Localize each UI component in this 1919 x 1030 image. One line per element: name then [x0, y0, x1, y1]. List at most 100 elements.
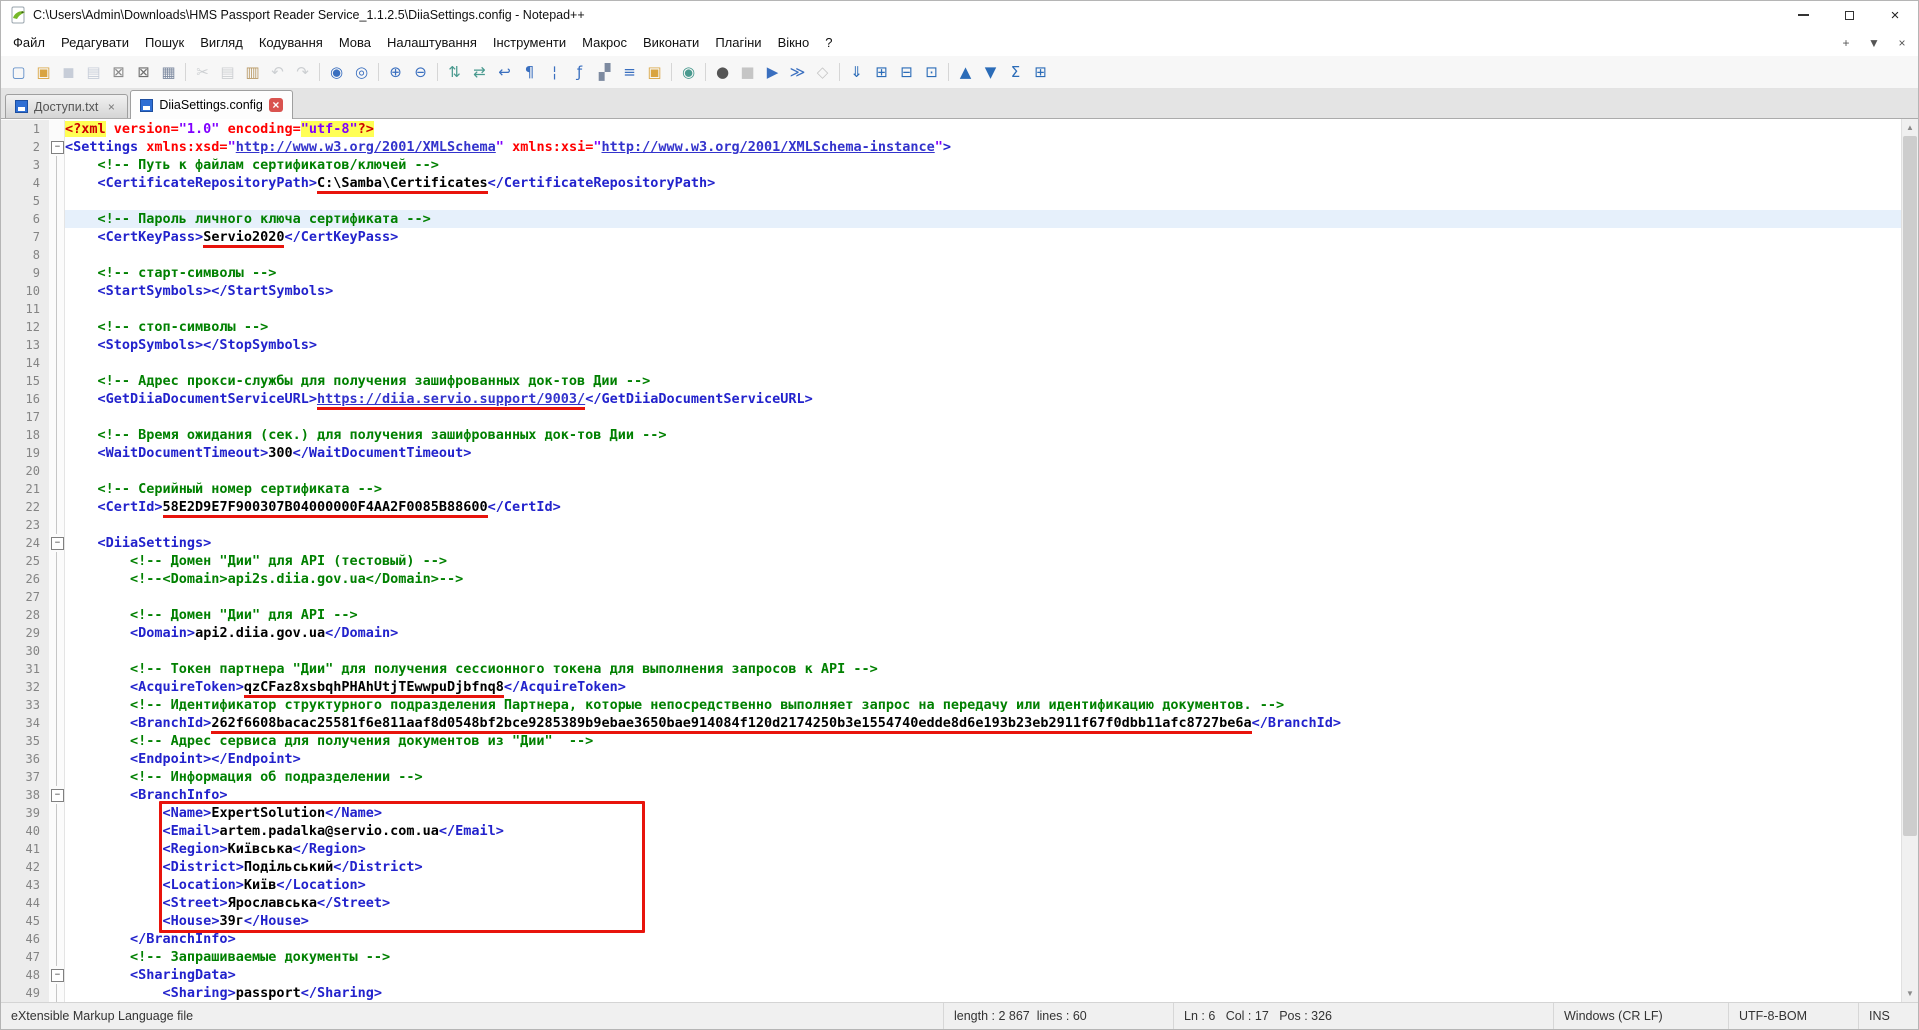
code-text[interactable]: <!-- Путь к файлам сертификатов/ключей -…: [65, 156, 1901, 174]
status-eol-format[interactable]: Windows (CR LF): [1553, 1003, 1728, 1029]
code-text[interactable]: <DiiaSettings>: [65, 534, 1901, 552]
menu-macro[interactable]: Макрос: [574, 31, 635, 54]
stop-recording-button[interactable]: ■: [735, 60, 760, 85]
code-text[interactable]: <?xml version="1.0" encoding="utf-8"?>: [65, 120, 1901, 138]
menu-settings[interactable]: Налаштування: [379, 31, 485, 54]
code-text[interactable]: <!-- старт-символы -->: [65, 264, 1901, 282]
status-encoding[interactable]: UTF-8-BOM: [1728, 1003, 1858, 1029]
code-text[interactable]: <!-- Время ожидания (сек.) для получения…: [65, 426, 1901, 444]
find-button[interactable]: ◉: [324, 60, 349, 85]
code-text[interactable]: <!-- Домен "Дии" для API (тестовый) -->: [65, 552, 1901, 570]
code-text[interactable]: <AcquireToken>qzCFaz8xsbqhPHAhUtjTEwwpuD…: [65, 678, 1901, 696]
restore-button[interactable]: [1826, 1, 1872, 29]
code-text[interactable]: <!--<Domain>api2s.diia.gov.ua</Domain>--…: [65, 570, 1901, 588]
close-all-button[interactable]: ⊠: [131, 60, 156, 85]
plugin-import-button[interactable]: ⇓: [844, 60, 869, 85]
code-text[interactable]: <!-- Информация об подразделении -->: [65, 768, 1901, 786]
code-text[interactable]: <House>39г</House>: [65, 912, 1901, 930]
print-button[interactable]: ▦: [156, 60, 181, 85]
code-text[interactable]: </BranchInfo>: [65, 930, 1901, 948]
indent-guide-button[interactable]: ¦: [542, 60, 567, 85]
fold-collapse-button[interactable]: [49, 966, 65, 984]
menu-plugins[interactable]: Плагіни: [707, 31, 769, 54]
code-text[interactable]: [65, 642, 1901, 660]
new-file-button[interactable]: ▢: [6, 60, 31, 85]
tab-close-icon[interactable]: ×: [269, 98, 283, 112]
plugin-table-button[interactable]: ⊞: [869, 60, 894, 85]
paste-button[interactable]: ▥: [240, 60, 265, 85]
scroll-down-arrow[interactable]: ▼: [1902, 985, 1918, 1002]
document-list-button[interactable]: ≡: [617, 60, 642, 85]
code-text[interactable]: <Sharing>passport</Sharing>: [65, 984, 1901, 1002]
tab-diiasettings-config[interactable]: DiiaSettings.config ×: [130, 90, 293, 119]
replace-button[interactable]: ◎: [349, 60, 374, 85]
code-text[interactable]: [65, 588, 1901, 606]
code-text[interactable]: <!-- Серийный номер сертификата -->: [65, 480, 1901, 498]
code-text[interactable]: <WaitDocumentTimeout>300</WaitDocumentTi…: [65, 444, 1901, 462]
code-text[interactable]: <Settings xmlns:xsd="http://www.w3.org/2…: [65, 138, 1901, 156]
minimize-button[interactable]: [1780, 1, 1826, 29]
code-text[interactable]: <Location>Київ</Location>: [65, 876, 1901, 894]
run-macro-multiple-times-button[interactable]: ≫: [785, 60, 810, 85]
code-text[interactable]: <Name>ExpertSolution</Name>: [65, 804, 1901, 822]
code-text[interactable]: [65, 516, 1901, 534]
code-text[interactable]: <!-- Пароль личного ключа сертификата --…: [65, 210, 1901, 228]
menu-file[interactable]: Файл: [5, 31, 53, 54]
fold-collapse-button[interactable]: [49, 534, 65, 552]
code-text[interactable]: <GetDiiaDocumentServiceURL>https://diia.…: [65, 390, 1901, 408]
close-button[interactable]: ×: [1872, 1, 1918, 29]
show-all-characters-button[interactable]: ¶: [517, 60, 542, 85]
zoom-out-button[interactable]: ⊖: [408, 60, 433, 85]
code-text[interactable]: <CertificateRepositoryPath>C:\Samba\Cert…: [65, 174, 1901, 192]
menu-encoding[interactable]: Кодування: [251, 31, 331, 54]
copy-button[interactable]: ▤: [215, 60, 240, 85]
playback-macro-button[interactable]: ▶: [760, 60, 785, 85]
code-text[interactable]: <!-- Токен партнера "Дии" для получения …: [65, 660, 1901, 678]
code-text[interactable]: [65, 300, 1901, 318]
code-text[interactable]: <!-- Запрашиваемые документы -->: [65, 948, 1901, 966]
code-text[interactable]: <!-- Домен "Дии" для API -->: [65, 606, 1901, 624]
close-file-button[interactable]: ⊠: [106, 60, 131, 85]
plugin-cell-button[interactable]: ⊡: [919, 60, 944, 85]
menu-edit[interactable]: Редагувати: [53, 31, 137, 54]
window-list-icon[interactable]: ▼: [1864, 33, 1884, 53]
sync-vertical-scroll-button[interactable]: ⇅: [442, 60, 467, 85]
code-text[interactable]: <District>Подільський</District>: [65, 858, 1901, 876]
open-file-button[interactable]: ▣: [31, 60, 56, 85]
save-file-button[interactable]: ◼: [56, 60, 81, 85]
plugin-grid-button[interactable]: ⊞: [1028, 60, 1053, 85]
close-document-icon[interactable]: ×: [1892, 33, 1912, 53]
code-text[interactable]: <SharingData>: [65, 966, 1901, 984]
menu-search[interactable]: Пошук: [137, 31, 192, 54]
status-insert-mode[interactable]: INS: [1858, 1003, 1918, 1029]
word-wrap-button[interactable]: ↩: [492, 60, 517, 85]
code-text[interactable]: <BranchInfo>: [65, 786, 1901, 804]
plugin-sort-descending-button[interactable]: ▼: [978, 60, 1003, 85]
menu-run[interactable]: Виконати: [635, 31, 707, 54]
plugin-sort-ascending-button[interactable]: ▲: [953, 60, 978, 85]
scroll-up-arrow[interactable]: ▲: [1902, 119, 1918, 136]
tab-dostupy-txt[interactable]: Доступи.txt ×: [5, 94, 128, 118]
fold-collapse-button[interactable]: [49, 138, 65, 156]
zoom-in-button[interactable]: ⊕: [383, 60, 408, 85]
tab-close-icon[interactable]: ×: [104, 100, 118, 114]
code-text[interactable]: <StopSymbols></StopSymbols>: [65, 336, 1901, 354]
new-tab-icon[interactable]: +: [1836, 33, 1856, 53]
monitoring-button[interactable]: ◉: [676, 60, 701, 85]
code-text[interactable]: <CertId>58E2D9E7F900307B04000000F4AA2F00…: [65, 498, 1901, 516]
plugin-sigma-button[interactable]: Σ: [1003, 60, 1028, 85]
code-text[interactable]: [65, 462, 1901, 480]
plugin-export-button[interactable]: ⊟: [894, 60, 919, 85]
vertical-scrollbar[interactable]: ▲ ▼: [1901, 119, 1918, 1002]
save-recorded-macro-button[interactable]: ◇: [810, 60, 835, 85]
code-text[interactable]: <CertKeyPass>Servio2020</CertKeyPass>: [65, 228, 1901, 246]
code-text[interactable]: <!-- Идентификатор структурного подразде…: [65, 696, 1901, 714]
menu-window[interactable]: Вікно: [770, 31, 818, 54]
code-text[interactable]: [65, 408, 1901, 426]
code-text[interactable]: <Email>artem.padalka@servio.com.ua</Emai…: [65, 822, 1901, 840]
menu-language[interactable]: Мова: [331, 31, 379, 54]
record-macro-button[interactable]: ●: [710, 60, 735, 85]
code-text[interactable]: <StartSymbols></StartSymbols>: [65, 282, 1901, 300]
menu-tools[interactable]: Інструменти: [485, 31, 574, 54]
code-text[interactable]: [65, 246, 1901, 264]
